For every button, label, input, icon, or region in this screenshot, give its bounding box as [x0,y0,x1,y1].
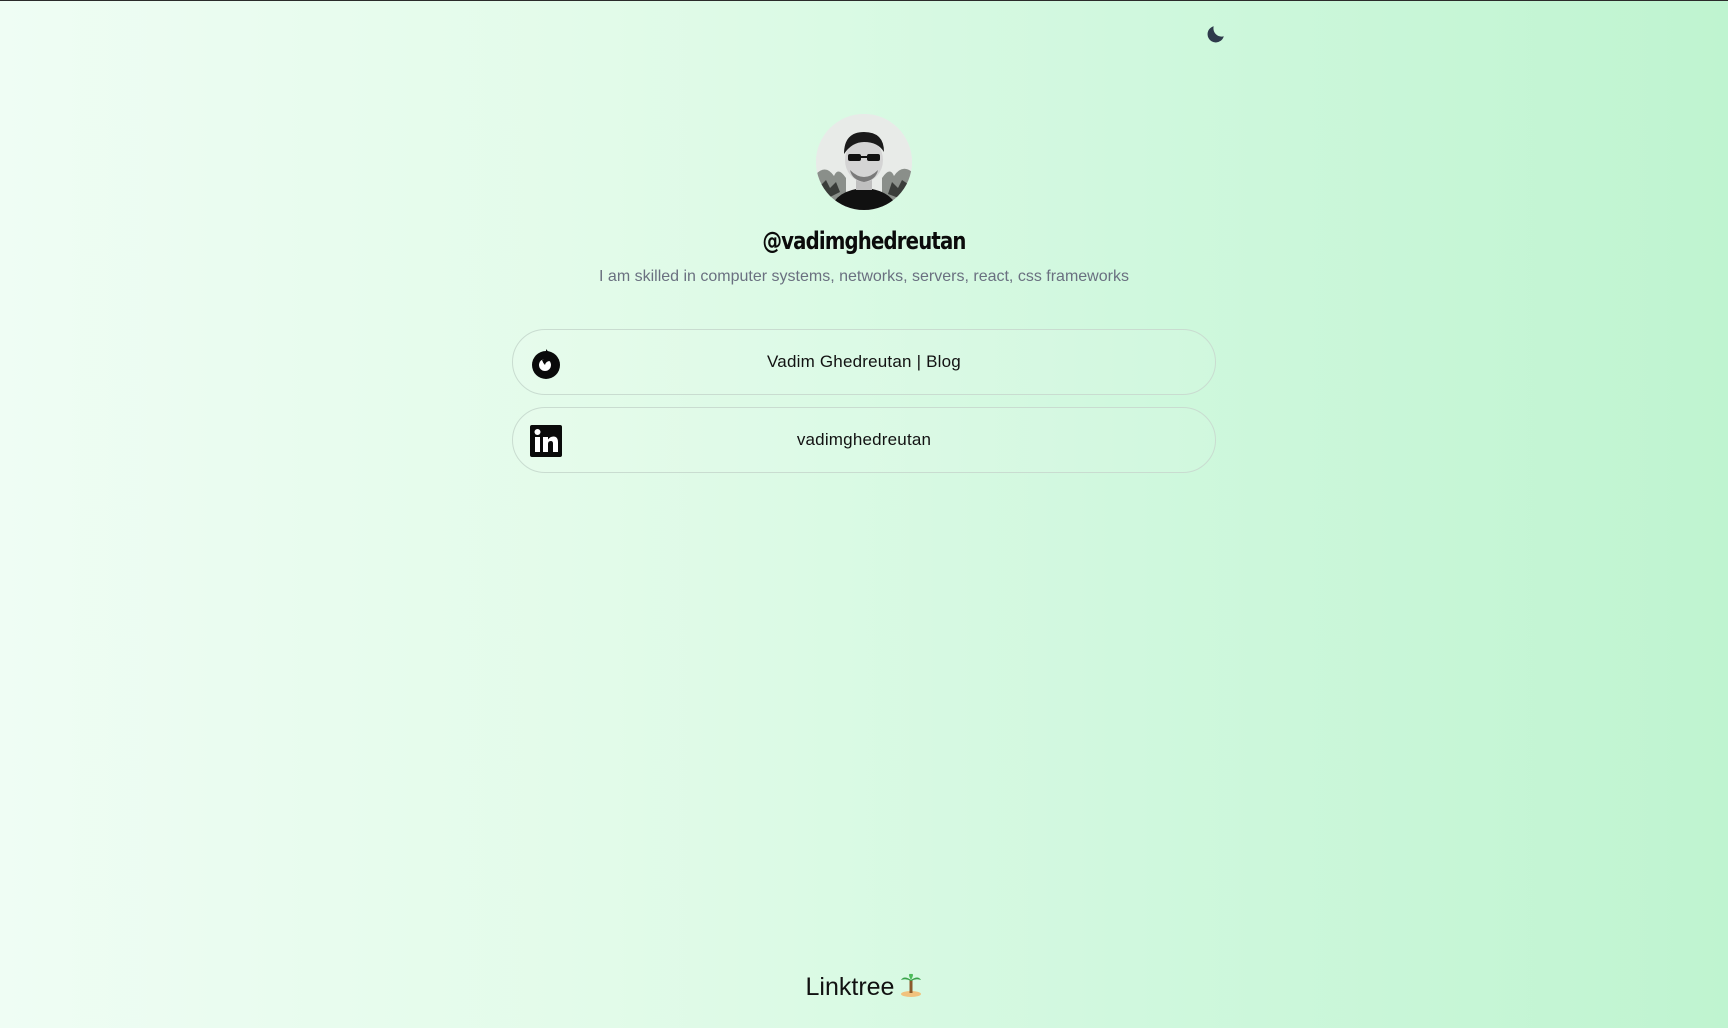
moon-icon [1207,26,1224,43]
avatar [816,114,912,210]
link-button-blog[interactable]: Vadim Ghedreutan | Blog [512,329,1216,395]
firefox-icon [532,349,560,379]
link-label-linkedin: vadimghedreutan [796,430,932,449]
link-button-linkedin[interactable]: vadimghedreutan [512,407,1216,473]
profile-handle: @vadimghedreutan [762,227,966,255]
linktree-link[interactable]: Linktree [806,973,923,1001]
linkedin-icon [530,425,562,457]
palm-tree-icon [901,973,922,997]
link-list: Vadim Ghedreutan | Blog vadimghedreutan [512,329,1216,485]
theme-toggle-button[interactable] [1203,21,1229,47]
profile-bio: I am skilled in computer systems, networ… [599,268,1129,285]
link-label-blog: Vadim Ghedreutan | Blog [767,352,961,371]
footer-label: Linktree [805,973,895,1001]
profile-header: @vadimghedreutan I am skilled in compute… [0,114,1728,286]
footer-branding: Linktree [0,973,1728,1002]
